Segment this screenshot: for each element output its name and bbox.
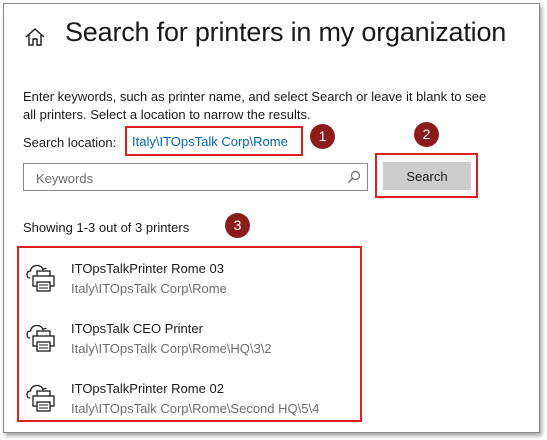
printer-location-path: Italy\ITOpsTalk Corp\Rome <box>71 281 227 296</box>
search-location-label: Search location: <box>23 135 117 150</box>
printer-location-path: Italy\ITOpsTalk Corp\Rome\Second HQ\5\4 <box>71 401 320 416</box>
printer-location-path: Italy\ITOpsTalk Corp\Rome\HQ\3\2 <box>71 341 272 356</box>
search-button[interactable]: Search <box>383 162 471 190</box>
keywords-search-box <box>23 163 368 191</box>
callout-badge-2: 2 <box>414 122 439 147</box>
printer-list-item[interactable]: ITOpsTalk CEO Printer Italy\ITOpsTalk Co… <box>19 311 359 361</box>
instructions-text: Enter keywords, such as printer name, an… <box>23 89 487 122</box>
printer-list-item[interactable]: ITOpsTalkPrinter Rome 02 Italy\ITOpsTalk… <box>19 371 359 421</box>
printer-list-item[interactable]: ITOpsTalkPrinter Rome 03 Italy\ITOpsTalk… <box>19 251 359 301</box>
page-title: Search for printers in my organization <box>65 17 507 47</box>
printer-name: ITOpsTalkPrinter Rome 03 <box>71 261 224 276</box>
home-icon[interactable] <box>24 26 46 48</box>
search-location-link[interactable]: Italy\ITOpsTalk Corp\Rome <box>125 126 303 156</box>
printer-name: ITOpsTalk CEO Printer <box>71 321 203 336</box>
printer-name: ITOpsTalkPrinter Rome 02 <box>71 381 224 396</box>
magnifier-icon <box>348 170 361 183</box>
callout-badge-1: 1 <box>310 124 335 149</box>
printer-results-list: ITOpsTalkPrinter Rome 03 Italy\ITOpsTalk… <box>17 246 362 422</box>
search-button-highlight: Search <box>375 153 478 198</box>
callout-badge-3: 3 <box>225 213 250 238</box>
result-count-text: Showing 1-3 out of 3 printers <box>23 220 190 235</box>
network-printer-icon <box>26 324 55 352</box>
network-printer-icon <box>26 264 55 292</box>
keywords-input[interactable] <box>34 168 338 188</box>
settings-window: Search for printers in my organization E… <box>3 3 540 433</box>
network-printer-icon <box>26 384 55 412</box>
